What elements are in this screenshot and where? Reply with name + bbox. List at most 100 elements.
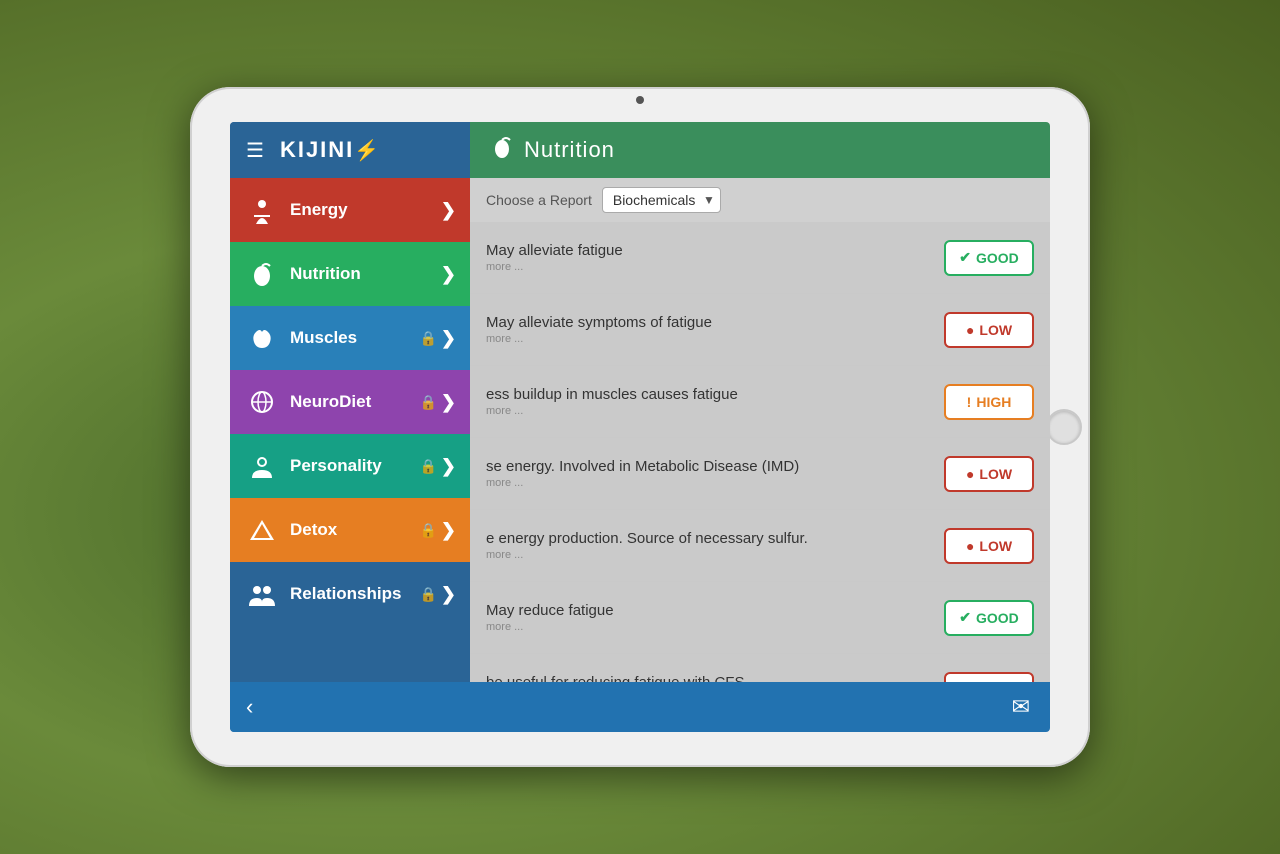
sidebar-header: ☰ KIJINI⚡: [230, 122, 470, 178]
logo-text: KIJINI: [280, 137, 354, 162]
nav-items: Energy ❯ Nutrition ❯: [230, 178, 470, 682]
item-text-6: be useful for reducing fatigue with CFS …: [486, 674, 944, 682]
sidebar: ☰ KIJINI⚡ Energy ❯: [230, 122, 470, 732]
report-bar: Choose a Report Biochemicals Vitamins Mi…: [470, 178, 1050, 222]
muscles-label: Muscles: [290, 328, 419, 348]
item-text-5: May reduce fatigue more ...: [486, 602, 944, 633]
list-item[interactable]: e energy production. Source of necessary…: [470, 510, 1050, 582]
energy-label: Energy: [290, 200, 441, 220]
sidebar-item-relationships[interactable]: Relationships 🔒 ❯: [230, 562, 470, 626]
item-more-1: more ...: [486, 333, 944, 345]
neurodiet-icon: [244, 384, 280, 420]
app-logo: KIJINI⚡: [280, 137, 381, 163]
sidebar-item-energy[interactable]: Energy ❯: [230, 178, 470, 242]
neurodiet-lock: 🔒: [419, 394, 436, 411]
mail-icon[interactable]: ✉: [1012, 694, 1030, 720]
personality-lock: 🔒: [419, 458, 436, 475]
hamburger-icon[interactable]: ☰: [246, 138, 264, 163]
item-text-1: May alleviate symptoms of fatigue more .…: [486, 314, 944, 345]
tablet-frame: ☰ KIJINI⚡ Energy ❯: [190, 87, 1090, 767]
item-main-text-0: May alleviate fatigue: [486, 242, 944, 259]
personality-icon: [244, 448, 280, 484]
personality-label: Personality: [290, 456, 419, 476]
back-button[interactable]: ‹: [246, 694, 253, 720]
status-label-0: GOOD: [976, 250, 1019, 266]
nutrition-chevron: ❯: [441, 264, 456, 285]
item-main-text-4: e energy production. Source of necessary…: [486, 530, 944, 547]
tablet-screen: ☰ KIJINI⚡ Energy ❯: [230, 122, 1050, 732]
status-badge-6: ● LOW: [944, 672, 1034, 683]
status-label-4: LOW: [979, 538, 1012, 554]
item-more-2: more ...: [486, 405, 944, 417]
status-badge-3: ● LOW: [944, 456, 1034, 492]
item-more-0: more ...: [486, 261, 944, 273]
sidebar-item-muscles[interactable]: Muscles 🔒 ❯: [230, 306, 470, 370]
status-icon-3: ●: [966, 466, 974, 482]
status-badge-2: ! HIGH: [944, 384, 1034, 420]
content-title: Nutrition: [524, 137, 615, 163]
item-more-5: more ...: [486, 621, 944, 633]
status-label-5: GOOD: [976, 610, 1019, 626]
item-main-text-2: ess buildup in muscles causes fatigue: [486, 386, 944, 403]
status-icon-5: ✔: [959, 609, 971, 626]
list-item[interactable]: May alleviate symptoms of fatigue more .…: [470, 294, 1050, 366]
item-text-0: May alleviate fatigue more ...: [486, 242, 944, 273]
relationships-lock: 🔒: [419, 586, 436, 603]
sidebar-item-nutrition[interactable]: Nutrition ❯: [230, 242, 470, 306]
energy-icon: [244, 192, 280, 228]
tablet-camera: [636, 96, 644, 104]
report-select-wrapper: Biochemicals Vitamins Minerals ▼: [602, 187, 721, 213]
item-main-text-1: May alleviate symptoms of fatigue: [486, 314, 944, 331]
status-icon-0: ✔: [959, 249, 971, 266]
report-label: Choose a Report: [486, 192, 592, 208]
detox-icon: [244, 512, 280, 548]
relationships-icon: [244, 576, 280, 612]
muscles-chevron: ❯: [441, 328, 456, 349]
neurodiet-chevron: ❯: [441, 392, 456, 413]
status-badge-5: ✔ GOOD: [944, 600, 1034, 636]
item-text-2: ess buildup in muscles causes fatigue mo…: [486, 386, 944, 417]
content-footer: ✉: [470, 682, 1050, 732]
sidebar-footer: ‹: [230, 682, 470, 732]
relationships-label: Relationships: [290, 584, 419, 604]
sidebar-item-detox[interactable]: Detox 🔒 ❯: [230, 498, 470, 562]
status-badge-1: ● LOW: [944, 312, 1034, 348]
detox-lock: 🔒: [419, 522, 436, 539]
nutrition-label: Nutrition: [290, 264, 441, 284]
item-more-4: more ...: [486, 549, 944, 561]
status-label-3: LOW: [979, 466, 1012, 482]
muscles-lock: 🔒: [419, 330, 436, 347]
list-item[interactable]: May reduce fatigue more ... ✔ GOOD: [470, 582, 1050, 654]
status-icon-1: ●: [966, 322, 974, 338]
content-header-icon: [490, 135, 514, 165]
item-more-3: more ...: [486, 477, 944, 489]
report-label-text: hoose a Report: [496, 192, 592, 208]
list-item[interactable]: May alleviate fatigue more ... ✔ GOOD: [470, 222, 1050, 294]
item-main-text-5: May reduce fatigue: [486, 602, 944, 619]
energy-chevron: ❯: [441, 200, 456, 221]
list-item[interactable]: se energy. Involved in Metabolic Disease…: [470, 438, 1050, 510]
item-main-text-3: se energy. Involved in Metabolic Disease…: [486, 458, 944, 475]
report-select[interactable]: Biochemicals Vitamins Minerals: [602, 187, 721, 213]
sidebar-item-neurodiet[interactable]: NeuroDiet 🔒 ❯: [230, 370, 470, 434]
home-button[interactable]: [1046, 409, 1082, 445]
personality-chevron: ❯: [441, 456, 456, 477]
items-list: May alleviate fatigue more ... ✔ GOOD Ma…: [470, 222, 1050, 682]
content-header: Nutrition: [470, 122, 1050, 178]
detox-label: Detox: [290, 520, 419, 540]
list-item[interactable]: ess buildup in muscles causes fatigue mo…: [470, 366, 1050, 438]
sidebar-item-personality[interactable]: Personality 🔒 ❯: [230, 434, 470, 498]
nutrition-icon: [244, 256, 280, 292]
detox-chevron: ❯: [441, 520, 456, 541]
item-text-4: e energy production. Source of necessary…: [486, 530, 944, 561]
status-badge-4: ● LOW: [944, 528, 1034, 564]
relationships-chevron: ❯: [441, 584, 456, 605]
status-icon-4: ●: [966, 538, 974, 554]
main-content: Nutrition Choose a Report Biochemicals V…: [470, 122, 1050, 732]
status-badge-0: ✔ GOOD: [944, 240, 1034, 276]
muscles-icon: [244, 320, 280, 356]
status-label-2: HIGH: [976, 394, 1011, 410]
status-label-1: LOW: [979, 322, 1012, 338]
list-item[interactable]: be useful for reducing fatigue with CFS …: [470, 654, 1050, 682]
lightning-icon: ⚡: [354, 140, 381, 162]
